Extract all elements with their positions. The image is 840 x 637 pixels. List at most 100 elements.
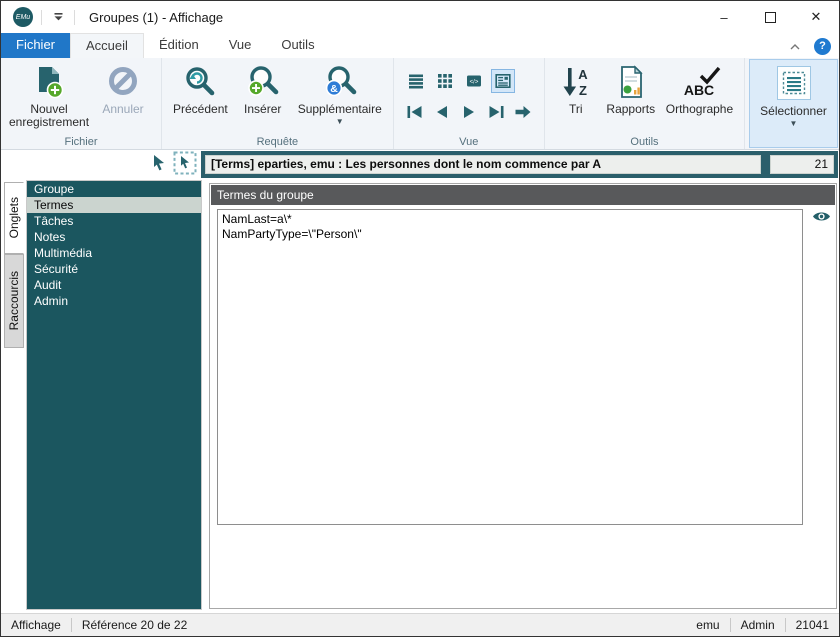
svg-text:</>: </>	[469, 80, 478, 86]
reports-button[interactable]: Rapports	[601, 61, 661, 118]
select-icon	[776, 66, 811, 100]
ribbon-tab-bar: Fichier Accueil Édition Vue Outils ?	[1, 33, 839, 58]
previous-query-label: Précédent	[173, 102, 228, 116]
quick-access-dropdown-icon[interactable]	[50, 9, 66, 25]
status-mode: Affichage	[11, 618, 61, 632]
reports-icon	[615, 63, 647, 101]
svg-text:&: &	[330, 83, 338, 95]
grid-view-button[interactable]	[433, 69, 457, 93]
spelling-button[interactable]: ABC Orthographe	[661, 61, 738, 118]
svg-text:A: A	[578, 67, 588, 82]
dropdown-arrow-icon: ▼	[335, 117, 344, 126]
spelling-icon: ABC	[677, 63, 721, 101]
dropdown-arrow-icon: ▼	[789, 119, 798, 128]
sidebar-item-audit[interactable]: Audit	[27, 277, 201, 293]
sidebar-item-notes[interactable]: Notes	[27, 229, 201, 245]
group-record-count: 21	[770, 155, 834, 174]
maximize-icon	[764, 11, 776, 23]
close-button[interactable]: ✕	[793, 1, 839, 33]
group-label-vue: Vue	[459, 136, 479, 148]
previous-query-button[interactable]: Précédent	[168, 61, 233, 118]
sort-icon: A Z	[560, 63, 592, 101]
maximize-button[interactable]	[747, 1, 793, 33]
cancel-label: Annuler	[102, 102, 144, 116]
pointer-tool-icon[interactable]	[151, 154, 167, 177]
sort-button[interactable]: A Z Tri	[551, 61, 601, 118]
svg-text:Z: Z	[579, 83, 587, 98]
spelling-label: Orthographe	[665, 102, 734, 116]
sidebar-item-termes[interactable]: Termes	[27, 197, 201, 213]
tab-edition[interactable]: Édition	[144, 33, 214, 58]
minimize-button[interactable]: –	[701, 1, 747, 33]
group-label-outils: Outils	[630, 136, 659, 148]
previous-record-button[interactable]	[431, 103, 453, 121]
first-record-button[interactable]	[404, 103, 426, 121]
main-panel: Termes du groupe NamLast=a\* NamPartyTyp…	[209, 183, 837, 609]
group-title: [Terms] eparties, emu : Les personnes do…	[205, 155, 761, 174]
status-record-reference: Référence 20 de 22	[81, 618, 188, 632]
sidebar-tab-raccourcis[interactable]: Raccourcis	[4, 254, 24, 348]
terms-panel-header: Termes du groupe	[211, 185, 835, 205]
window-controls: – ✕	[701, 1, 839, 33]
ribbon-group-fichier: Nouvel enregistrement Annuler Fichier	[1, 58, 162, 149]
sidebar-tab-onglets[interactable]: Onglets	[4, 182, 24, 254]
new-record-icon	[33, 63, 65, 101]
previous-query-icon	[183, 63, 217, 101]
window-title: Groupes (1) - Affichage	[89, 9, 224, 25]
select-label: Sélectionner	[760, 104, 827, 118]
ribbon: Nouvel enregistrement Annuler Fichier Pr…	[1, 58, 839, 150]
additional-query-icon: &	[323, 63, 357, 101]
svg-text:ABC: ABC	[684, 82, 714, 98]
sidebar-tab-list: Groupe Termes Tâches Notes Multimédia Sé…	[26, 180, 202, 610]
next-record-button[interactable]	[458, 103, 480, 121]
group-label-fichier: Fichier	[64, 136, 98, 148]
additional-query-button[interactable]: & Supplémentaire ▼	[293, 61, 387, 128]
ribbon-group-vue: </> Vue	[394, 58, 545, 149]
collapse-ribbon-icon[interactable]	[790, 37, 800, 55]
last-record-button[interactable]	[485, 103, 507, 121]
code-view-button[interactable]: </>	[462, 69, 486, 93]
titlebar-divider	[74, 9, 75, 25]
group-label-requete: Requête	[256, 136, 299, 148]
select-records-tool-icon[interactable]	[173, 151, 197, 180]
tab-vue[interactable]: Vue	[214, 33, 267, 58]
page-view-button[interactable]	[490, 69, 515, 93]
reports-label: Rapports	[606, 102, 656, 116]
insert-query-button[interactable]: Insérer	[233, 61, 293, 118]
eye-icon[interactable]	[812, 210, 831, 228]
sidebar-tab-onglets-label: Onglets	[7, 197, 21, 239]
help-button[interactable]: ?	[814, 37, 831, 55]
list-view-button[interactable]	[404, 69, 428, 93]
status-user: Admin	[740, 618, 775, 632]
group-terms-textbox[interactable]: NamLast=a\* NamPartyType=\"Person\"	[217, 209, 803, 525]
titlebar: EMu Groupes (1) - Affichage – ✕	[1, 1, 839, 33]
tab-outils[interactable]: Outils	[266, 33, 329, 58]
sort-label: Tri	[568, 102, 583, 116]
sidebar-item-admin[interactable]: Admin	[27, 293, 201, 309]
selection-tool-strip	[1, 150, 201, 178]
select-button[interactable]: Sélectionner ▼	[749, 59, 838, 148]
goto-record-button[interactable]	[512, 103, 534, 121]
group-bar: [Terms] eparties, emu : Les personnes do…	[201, 151, 838, 178]
ribbon-group-outils: A Z Tri Rapports ABC Orthographe Outils	[545, 58, 746, 149]
app-window: EMu Groupes (1) - Affichage – ✕ Fichier …	[0, 0, 840, 637]
insert-query-label: Insérer	[244, 102, 282, 116]
new-record-button[interactable]: Nouvel enregistrement	[7, 61, 91, 131]
ribbon-group-requete: Précédent Insérer & Supplémentaire ▼ Req…	[162, 58, 394, 149]
sidebar-item-taches[interactable]: Tâches	[27, 213, 201, 229]
sidebar-tab-raccourcis-label: Raccourcis	[7, 271, 21, 331]
status-bar: Affichage Référence 20 de 22 emu Admin 2…	[1, 613, 839, 636]
cancel-button: Annuler	[91, 61, 155, 118]
sidebar-item-groupe[interactable]: Groupe	[27, 181, 201, 197]
insert-query-icon	[246, 63, 280, 101]
cancel-icon	[107, 63, 139, 101]
tab-accueil[interactable]: Accueil	[70, 33, 144, 58]
status-service: emu	[696, 618, 720, 632]
tab-fichier[interactable]: Fichier	[1, 33, 71, 58]
additional-query-label: Supplémentaire	[297, 102, 382, 116]
emu-logo-icon: EMu	[13, 7, 33, 27]
status-number: 21041	[795, 618, 829, 632]
titlebar-divider	[41, 9, 42, 25]
sidebar-item-securite[interactable]: Sécurité	[27, 261, 201, 277]
sidebar-item-multimedia[interactable]: Multimédia	[27, 245, 201, 261]
